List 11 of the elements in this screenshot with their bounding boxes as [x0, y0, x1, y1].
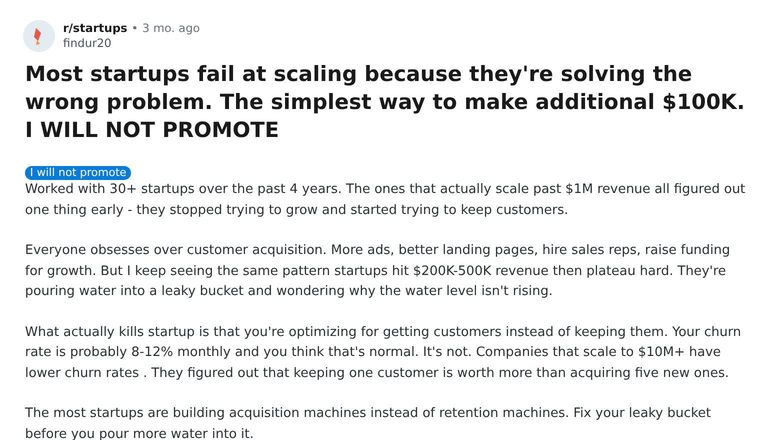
separator-dot: •: [131, 21, 138, 36]
post-paragraph: The most startups are building acquisition machines instead of retention machines. Fix your leaky bucket before you pour more water into it.: [25, 405, 712, 440]
post-flair[interactable]: I will not promote: [25, 166, 132, 180]
post-paragraph: Worked with 30+ startups over the past 4 years. The ones that actually scale past $1M revenue all figured out one thing early - they stopped trying to grow and started trying to keep customers.: [25, 181, 746, 220]
subreddit-link[interactable]: r/startups: [63, 21, 128, 36]
subreddit-avatar-icon[interactable]: [23, 20, 55, 52]
post-time: 3 mo. ago: [142, 21, 200, 36]
post-paragraph: Everyone obsesses over customer acquisition. More ads, better landing pages, hire sales reps, raise funding for growth. But I keep seeing the same pattern startups hit $200K-500K revenue then plateau hard. They're pouring water into a leaky bucket and wondering why the water level isn't rising.: [25, 242, 732, 301]
post-paragraph: What actually kills startup is that you're optimizing for getting customers instead of keeping them. Your churn rate is probably 8-12% monthly and you think that's normal. It's not. Companies that scale to $10M+ have lower churn rates . They figured out that keeping one customer is worth more than acquiring five new ones.: [25, 324, 742, 382]
author-link[interactable]: findur20: [63, 36, 200, 51]
post-title: Most startups fail at scaling because they're solving the wrong problem. The simplest way to make additional $100K. I WILL NOT PROMOTE: [25, 61, 746, 144]
